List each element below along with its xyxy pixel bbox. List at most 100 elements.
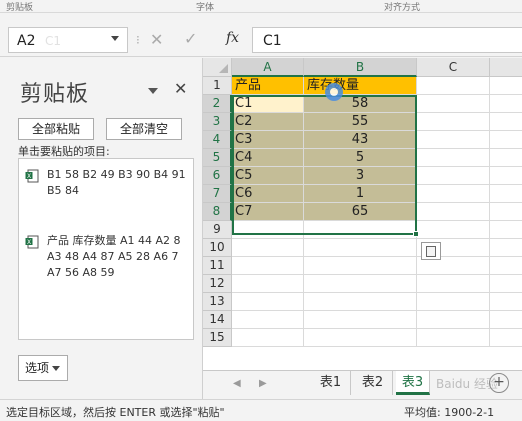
grid-cell[interactable] — [232, 239, 304, 257]
row-header[interactable]: 12 — [203, 275, 232, 293]
grid-cell[interactable] — [232, 311, 304, 329]
grid-cell[interactable] — [490, 203, 522, 221]
grid-cell[interactable] — [417, 275, 490, 293]
tab-scroll-right-icon[interactable]: ▶ — [259, 378, 267, 389]
cancel-icon[interactable]: ✕ — [150, 30, 163, 49]
clear-all-button[interactable]: 全部清空 — [106, 118, 182, 140]
row-header[interactable]: 10 — [203, 239, 232, 257]
grid-cell[interactable] — [490, 113, 522, 131]
row-header[interactable]: 5 — [203, 149, 232, 167]
product-cell[interactable]: C5 — [232, 167, 304, 185]
row-header[interactable]: 6 — [203, 167, 232, 185]
grid-cell[interactable] — [417, 221, 490, 239]
fill-handle[interactable] — [413, 231, 419, 237]
grid-cell[interactable] — [417, 329, 490, 347]
quantity-cell[interactable]: 3 — [304, 167, 417, 185]
grid-cell[interactable] — [304, 221, 417, 239]
grid-cell[interactable] — [490, 293, 522, 311]
grid-cell[interactable] — [417, 185, 490, 203]
quantity-cell[interactable]: 1 — [304, 185, 417, 203]
row-header[interactable]: 14 — [203, 311, 232, 329]
product-cell[interactable]: C7 — [232, 203, 304, 221]
quantity-cell[interactable]: 5 — [304, 149, 417, 167]
grid-cell[interactable] — [490, 77, 522, 95]
select-all-corner[interactable] — [203, 58, 232, 77]
formula-input[interactable]: C1 — [252, 27, 522, 53]
grid-cell[interactable] — [490, 311, 522, 329]
paste-all-button[interactable]: 全部粘贴 — [18, 118, 94, 140]
close-icon[interactable]: ✕ — [174, 79, 187, 98]
product-cell[interactable]: C6 — [232, 185, 304, 203]
row-header[interactable]: 7 — [203, 185, 232, 203]
grid-cell[interactable] — [490, 149, 522, 167]
sheet-tab[interactable]: 表2 — [353, 371, 393, 395]
grid-cell[interactable] — [417, 149, 490, 167]
column-header[interactable]: A — [232, 58, 304, 77]
row-header[interactable]: 8 — [203, 203, 232, 221]
grid-cell[interactable] — [490, 239, 522, 257]
header-cell[interactable]: 库存数量 — [304, 77, 417, 95]
formula-bar: A2 C1 ⁝ ✕ ✓ fx C1 — [0, 13, 522, 57]
grid-cell[interactable] — [304, 239, 417, 257]
column-header[interactable] — [490, 58, 522, 77]
grid-cell[interactable] — [490, 185, 522, 203]
grid-cell[interactable] — [417, 311, 490, 329]
row-header[interactable]: 2 — [203, 95, 232, 113]
grid-cell[interactable] — [490, 275, 522, 293]
row-header[interactable]: 3 — [203, 113, 232, 131]
grid-cell[interactable] — [417, 77, 490, 95]
grid-cell[interactable] — [304, 275, 417, 293]
quantity-cell[interactable]: 58 — [304, 95, 417, 113]
quantity-cell[interactable]: 55 — [304, 113, 417, 131]
sheet-tab[interactable]: 表1 — [311, 371, 351, 395]
grid-cell[interactable] — [304, 257, 417, 275]
pane-options-icon[interactable] — [148, 88, 158, 94]
insert-function-icon[interactable]: fx — [226, 30, 239, 46]
grid-cell[interactable] — [417, 203, 490, 221]
name-box[interactable]: A2 C1 — [8, 27, 128, 53]
grid-cell[interactable] — [490, 95, 522, 113]
quantity-cell[interactable]: 43 — [304, 131, 417, 149]
enter-check-icon[interactable]: ✓ — [184, 29, 197, 48]
row-header[interactable]: 4 — [203, 131, 232, 149]
options-button[interactable]: 选项 — [18, 355, 68, 381]
grid-cell[interactable] — [490, 257, 522, 275]
grid-cell[interactable] — [417, 131, 490, 149]
grid-cell[interactable] — [417, 113, 490, 131]
sheet-tab[interactable]: 表3 — [396, 371, 430, 395]
product-cell[interactable]: C3 — [232, 131, 304, 149]
worksheet-grid[interactable]: ABC1产品库存数量2C1583C2554C3435C456C537C618C7… — [203, 58, 522, 370]
grid-cell[interactable] — [490, 131, 522, 149]
product-cell[interactable]: C2 — [232, 113, 304, 131]
row-header[interactable]: 9 — [203, 221, 232, 239]
tab-scroll-left-icon[interactable]: ◀ — [233, 378, 241, 389]
add-sheet-button[interactable]: + — [489, 373, 509, 393]
grid-cell[interactable] — [304, 311, 417, 329]
row-header[interactable]: 13 — [203, 293, 232, 311]
row-header[interactable]: 1 — [203, 77, 232, 95]
grid-cell[interactable] — [232, 257, 304, 275]
header-cell[interactable]: 产品 — [232, 77, 304, 95]
grid-cell[interactable] — [304, 329, 417, 347]
grid-cell[interactable] — [490, 221, 522, 239]
grid-cell[interactable] — [304, 293, 417, 311]
product-cell[interactable]: C4 — [232, 149, 304, 167]
grid-cell[interactable] — [417, 167, 490, 185]
grid-cell[interactable] — [417, 293, 490, 311]
column-header[interactable]: C — [417, 58, 490, 77]
grid-cell[interactable] — [232, 221, 304, 239]
grid-cell[interactable] — [490, 329, 522, 347]
grid-cell[interactable] — [232, 293, 304, 311]
row-header[interactable]: 15 — [203, 329, 232, 347]
grid-cell[interactable] — [490, 167, 522, 185]
paste-options-icon[interactable] — [421, 242, 441, 260]
clipboard-item-text: B1 58 B2 49 B3 90 B4 91 B5 84 — [47, 168, 186, 197]
column-header[interactable]: B — [304, 58, 417, 77]
product-cell[interactable]: C1 — [232, 95, 304, 113]
grid-cell[interactable] — [232, 275, 304, 293]
quantity-cell[interactable]: 65 — [304, 203, 417, 221]
grid-cell[interactable] — [232, 329, 304, 347]
grid-cell[interactable] — [417, 95, 490, 113]
row-header[interactable]: 11 — [203, 257, 232, 275]
chevron-down-icon[interactable] — [111, 36, 119, 41]
